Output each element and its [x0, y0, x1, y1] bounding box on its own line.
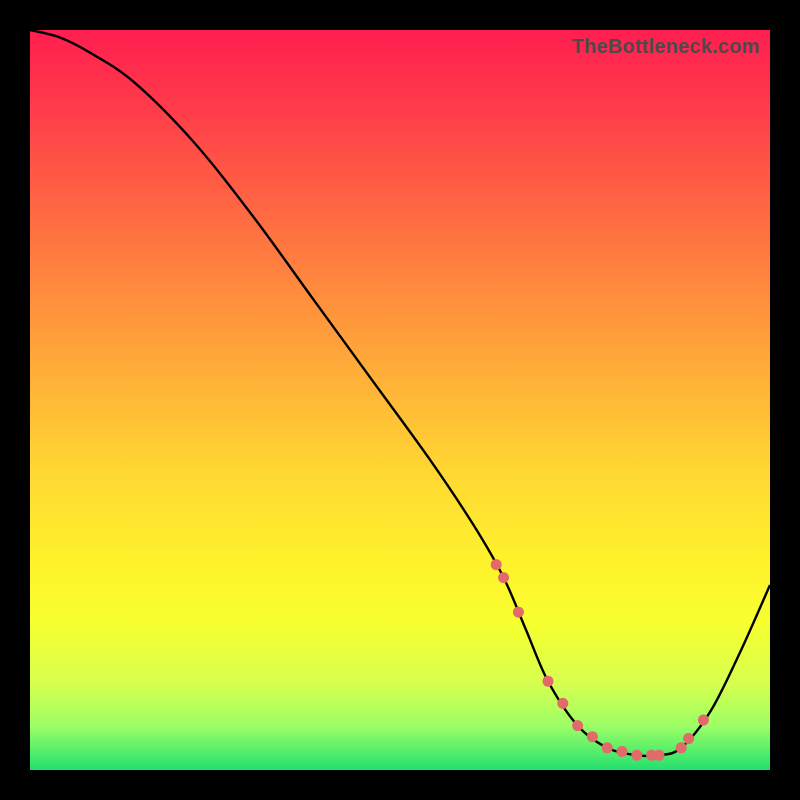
- chart-frame: TheBottleneck.com: [0, 0, 800, 800]
- curve-dot: [617, 746, 628, 757]
- curve-dot: [498, 572, 509, 583]
- curve-dot: [631, 750, 642, 761]
- curve-dot: [557, 698, 568, 709]
- curve-dot: [543, 676, 554, 687]
- curve-dot: [676, 742, 687, 753]
- chart-plot-area: TheBottleneck.com: [30, 30, 770, 770]
- bottleneck-curve: [30, 30, 770, 770]
- curve-dot: [587, 731, 598, 742]
- curve-dot: [698, 715, 709, 726]
- curve-dot: [683, 733, 694, 744]
- curve-dot: [513, 607, 524, 618]
- curve-dot: [491, 559, 502, 570]
- curve-dot: [602, 742, 613, 753]
- curve-dot: [654, 750, 665, 761]
- curve-dot: [572, 720, 583, 731]
